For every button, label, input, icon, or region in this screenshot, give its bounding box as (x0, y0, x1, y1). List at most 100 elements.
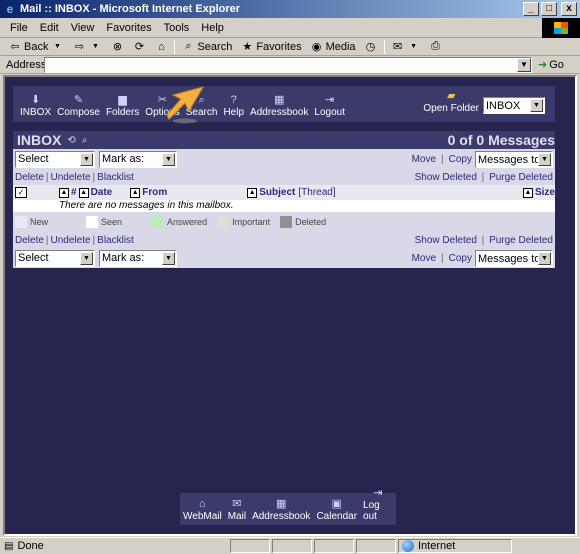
history-button[interactable]: ◷ (360, 40, 382, 53)
messages-to-value: Messages to (478, 252, 541, 265)
mail-navbar: ⬇ INBOX ✎ Compose ▆ Folders ✂ Options ⌕ … (13, 86, 555, 122)
sort-subject-button[interactable]: ▲ (247, 187, 258, 198)
nav-addressbook[interactable]: ▦ Addressbook (247, 93, 311, 118)
select-dropdown-value: Select (18, 153, 49, 165)
print-button[interactable]: ⎙ (425, 40, 447, 53)
undelete-link[interactable]: Undelete (51, 235, 91, 246)
address-input[interactable]: ▼ (44, 56, 532, 73)
bottom-nav-mail[interactable]: ✉ Mail (225, 497, 249, 522)
menu-favorites[interactable]: Favorites (100, 22, 157, 34)
delete-link[interactable]: Delete (15, 235, 44, 246)
mark-as-dropdown[interactable]: Mark as: ▼ (99, 150, 177, 168)
bottom-action-links: Delete | Undelete | Blacklist Show Delet… (13, 232, 555, 248)
status-text: Done (17, 540, 44, 552)
move-link[interactable]: Move (412, 154, 436, 165)
search-folder-icon[interactable]: ⌕ (82, 135, 88, 146)
minimize-button[interactable]: _ (523, 2, 539, 16)
bottom-nav-addressbook[interactable]: ▦ Addressbook (249, 497, 313, 522)
bottom-nav-calendar[interactable]: ▣ Calendar (313, 497, 360, 522)
separator: | (441, 253, 444, 264)
bottom-nav-mail-label: Mail (227, 511, 247, 522)
blacklist-link[interactable]: Blacklist (97, 172, 134, 183)
menu-help[interactable]: Help (195, 22, 230, 34)
purge-deleted-link[interactable]: Purge Deleted (489, 172, 553, 183)
legend-answered: Answered (152, 216, 207, 228)
favorites-button[interactable]: ★ Favorites (236, 40, 305, 54)
empty-mailbox-message: There are no messages in this mailbox. (13, 200, 555, 212)
folder-icon: ▰ (446, 90, 456, 102)
show-deleted-link[interactable]: Show Deleted (415, 235, 477, 246)
back-button[interactable]: ⇦ Back ▼ (4, 40, 68, 54)
select-all-checkbox[interactable]: ✓ (15, 187, 27, 198)
nav-folders-label: Folders (105, 107, 140, 118)
messages-to-dropdown[interactable]: Messages to ▼ (475, 151, 553, 168)
refresh-button[interactable]: ⟳ (128, 40, 150, 53)
purge-deleted-link[interactable]: Purge Deleted (489, 235, 553, 246)
bottom-nav-webmail[interactable]: ⌂ WebMail (180, 497, 225, 522)
security-zone: Internet (398, 539, 512, 553)
nav-inbox[interactable]: ⬇ INBOX (17, 93, 54, 118)
show-deleted-link[interactable]: Show Deleted (415, 172, 477, 183)
nav-compose[interactable]: ✎ Compose (54, 93, 103, 118)
nav-folders[interactable]: ▆ Folders (103, 93, 142, 118)
select-dropdown[interactable]: Select ▼ (15, 249, 95, 267)
nav-logout[interactable]: ⇥ Logout (311, 93, 348, 118)
forward-button[interactable]: ⇨ ▼ (68, 40, 106, 53)
menu-edit[interactable]: Edit (34, 22, 65, 34)
media-button[interactable]: ◉ Media (306, 40, 360, 54)
back-arrow-icon: ⇦ (10, 41, 20, 53)
mail-button[interactable]: ✉ ▼ (387, 40, 425, 53)
select-dropdown[interactable]: Select ▼ (15, 150, 95, 168)
messages-to-dropdown[interactable]: Messages to ▼ (475, 250, 553, 267)
move-link[interactable]: Move (412, 253, 436, 264)
inbox-icon: ⬇ (30, 94, 41, 106)
separator: | (481, 171, 485, 183)
open-folder-group: ▰ Open Folder INBOX ▼ (423, 89, 545, 114)
dropdown-arrow-icon: ▼ (80, 251, 93, 265)
menu-file[interactable]: File (4, 22, 34, 34)
sort-date-button[interactable]: ▲ (78, 187, 89, 198)
nav-help-label: Help (223, 107, 245, 118)
stop-icon: ⊗ (112, 41, 123, 53)
nav-help[interactable]: ? Help (220, 93, 247, 118)
col-date: Date (90, 187, 113, 198)
undelete-link[interactable]: Undelete (51, 172, 91, 183)
legend-swatch (152, 216, 165, 228)
open-folder-select[interactable]: INBOX ▼ (483, 97, 545, 114)
menu-view[interactable]: View (65, 22, 101, 34)
go-button[interactable]: ➜ Go (538, 58, 564, 72)
menu-tools[interactable]: Tools (158, 22, 196, 34)
refresh-icon[interactable]: ⟲ (67, 135, 75, 146)
address-dropdown-button[interactable]: ▼ (517, 57, 531, 72)
compose-icon: ✎ (73, 94, 84, 106)
blacklist-link[interactable]: Blacklist (97, 235, 134, 246)
sort-size-button[interactable]: ▲ (522, 187, 533, 198)
sort-number-button[interactable]: ▲ (59, 187, 69, 198)
legend-new-label: New (30, 217, 49, 227)
dropdown-arrow-icon: ▼ (530, 99, 543, 112)
thread-link[interactable]: [Thread] (298, 187, 335, 198)
stop-button[interactable]: ⊗ (106, 40, 128, 53)
home-button[interactable]: ⌂ (150, 41, 172, 53)
legend-important: Important (217, 216, 270, 228)
legend-swatch (217, 216, 230, 228)
separator: | (441, 154, 444, 165)
col-from: From (142, 187, 168, 198)
close-button[interactable]: x (561, 2, 577, 16)
bottom-nav-logout[interactable]: ⇥ Log out (360, 486, 396, 522)
mark-as-dropdown[interactable]: Mark as: ▼ (99, 249, 177, 267)
dropdown-arrow-icon: ▼ (162, 152, 175, 166)
dropdown-arrow-icon: ▼ (410, 43, 418, 50)
messages-to-value: Messages to (478, 153, 541, 166)
copy-link[interactable]: Copy (449, 154, 472, 165)
size-column: ▲ Size (522, 187, 555, 198)
media-label: Media (325, 40, 356, 53)
search-button[interactable]: ⌕ Search (177, 40, 236, 53)
maximize-button[interactable]: □ (541, 2, 557, 16)
delete-link[interactable]: Delete (15, 172, 44, 183)
open-folder-button[interactable]: ▰ Open Folder (423, 89, 479, 114)
sort-from-button[interactable]: ▲ (130, 187, 141, 198)
copy-link[interactable]: Copy (449, 253, 472, 264)
refresh-icon: ⟳ (134, 41, 145, 53)
message-count: 0 of 0 Messages (447, 132, 555, 148)
